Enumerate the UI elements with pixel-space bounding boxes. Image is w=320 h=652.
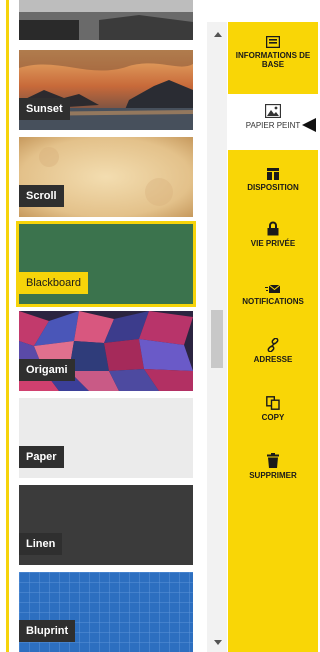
wallpaper-tile-linen[interactable]: Linen (19, 485, 193, 565)
wallpaper-label-sunset: Sunset (19, 98, 70, 120)
sidebar-item-label: ADRESSE (253, 355, 293, 364)
wallpaper-tile-top[interactable] (19, 0, 193, 40)
layout-icon (267, 168, 279, 180)
wallpaper-label-scroll: Scroll (19, 185, 64, 207)
wallpaper-tile-scroll[interactable]: Scroll (19, 137, 193, 217)
wallpaper-tile-origami[interactable]: Origami (19, 311, 193, 391)
image-icon (265, 104, 281, 118)
wallpaper-label-linen: Linen (19, 533, 63, 555)
sidebar-item-label: COPY (261, 413, 285, 422)
sidebar-item-disposition[interactable]: DISPOSITION (228, 168, 318, 192)
sidebar-item-label: DISPOSITION (247, 183, 299, 192)
wallpaper-label-blackboard: Blackboard (19, 272, 89, 294)
wallpaper-list[interactable]: Sunset Scroll Blackboard Origami Paper L… (9, 0, 207, 652)
wallpaper-tile-paper[interactable]: Paper (19, 398, 193, 478)
sidebar-item-copy[interactable]: COPY (228, 396, 318, 422)
sidebar-item-informations[interactable]: INFORMATIONS DE BASE (228, 36, 318, 69)
wallpaper-tile-bluprint[interactable]: Bluprint (19, 572, 193, 652)
sidebar-item-label: SUPPRIMER (249, 471, 297, 480)
wallpaper-label-paper: Paper (19, 446, 64, 468)
trash-icon (267, 453, 279, 468)
info-card-icon (266, 36, 280, 48)
sidebar-item-supprimer[interactable]: SUPPRIMER (228, 453, 318, 480)
sidebar-item-adresse[interactable]: ADRESSE (228, 338, 318, 364)
pointer-arrow-icon (302, 118, 316, 132)
wallpaper-top-image (19, 0, 193, 40)
wallpaper-tile-blackboard[interactable]: Blackboard (16, 221, 196, 307)
link-icon (267, 338, 279, 352)
copy-icon (266, 396, 280, 410)
sidebar-item-notifications[interactable]: NOTIFICATIONS (228, 284, 318, 306)
sidebar-item-vie-privee[interactable]: VIE PRIVÉE (228, 221, 318, 248)
scroll-up-arrow-icon[interactable] (214, 32, 222, 37)
settings-sidebar: INFORMATIONS DE BASE PAPIER PEINT DISPOS… (228, 22, 318, 652)
sidebar-item-label: VIE PRIVÉE (250, 239, 296, 248)
wallpaper-label-bluprint: Bluprint (19, 620, 76, 642)
scroll-down-arrow-icon[interactable] (214, 640, 222, 645)
lock-icon (267, 221, 279, 236)
sidebar-item-label: NOTIFICATIONS (242, 297, 304, 306)
envelope-icon (265, 284, 281, 293)
sidebar-item-label: INFORMATIONS DE BASE (235, 51, 311, 69)
scroll-thumb[interactable] (211, 310, 223, 368)
wallpaper-tile-sunset[interactable]: Sunset (19, 50, 193, 130)
wallpaper-label-origami: Origami (19, 359, 75, 381)
